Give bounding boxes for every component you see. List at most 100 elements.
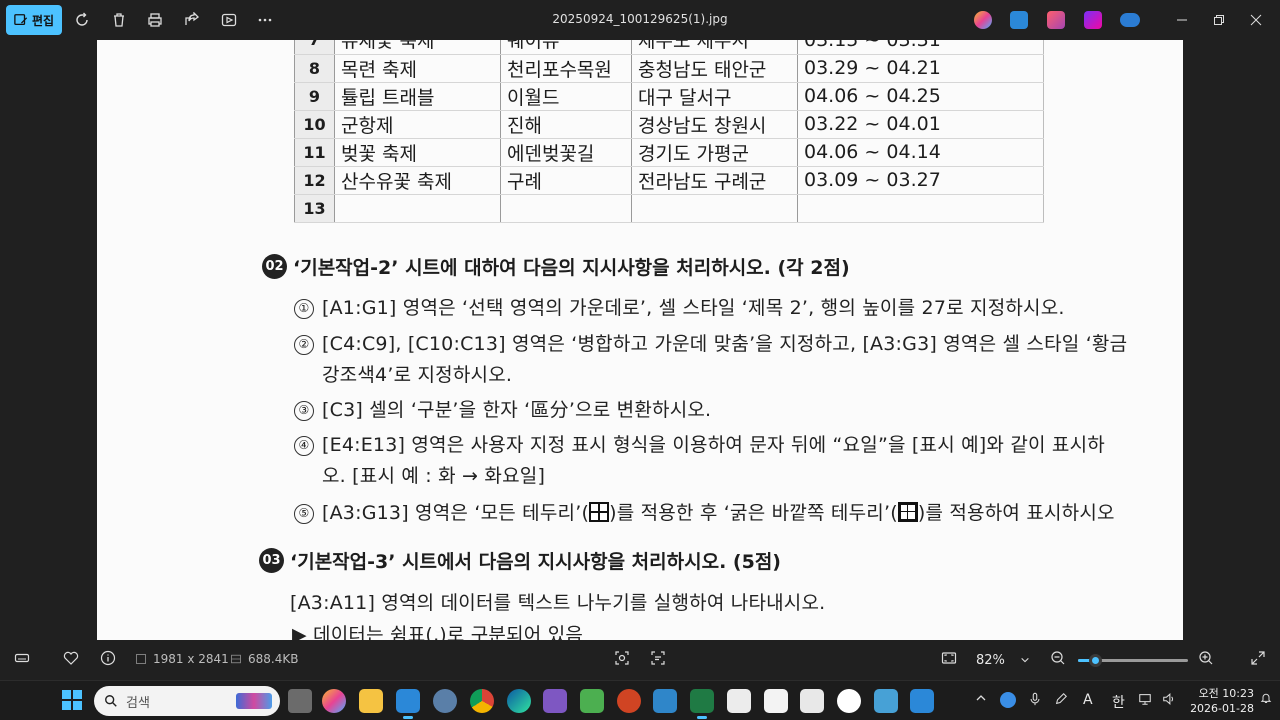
filmstrip-button[interactable] bbox=[14, 650, 30, 666]
photos-app-icon[interactable] bbox=[396, 689, 420, 719]
slideshow-button[interactable] bbox=[217, 8, 241, 32]
table-cell-period: 03.22 ~ 04.01 bbox=[797, 110, 1044, 139]
network-icon bbox=[1139, 694, 1151, 705]
photos-editor-icon[interactable] bbox=[1010, 11, 1028, 29]
hwp-icon[interactable] bbox=[653, 689, 677, 713]
thick-outside-border-icon bbox=[897, 502, 918, 522]
copilot-icon[interactable] bbox=[974, 11, 992, 29]
copilot-taskbar-icon[interactable] bbox=[322, 689, 346, 713]
favorite-button[interactable] bbox=[63, 650, 79, 666]
delete-button[interactable] bbox=[107, 8, 131, 32]
edit-button[interactable]: 편집 bbox=[6, 5, 62, 35]
all-borders-icon bbox=[589, 502, 610, 522]
zoom-level-dropdown[interactable]: 82% bbox=[968, 648, 1038, 672]
table-cell-num: 12 bbox=[294, 166, 335, 195]
document-page: 7유채꽃 축제웨이뷰제주도 제주시03.15 ~ 03.318목련 축제천리포수… bbox=[97, 40, 1183, 640]
onenote-icon[interactable] bbox=[543, 689, 567, 713]
settings-app-icon[interactable] bbox=[433, 689, 457, 713]
instruction-1: ① [A1:G1] 영역은 ‘선택 영역의 가운데로’, 셀 스타일 ‘제목 2’… bbox=[294, 293, 1065, 320]
table-cell-name: 벚꽃 축제 bbox=[334, 138, 501, 167]
close-icon bbox=[1250, 14, 1262, 26]
zoom-in-button[interactable] bbox=[1198, 650, 1214, 666]
table-row: 13 bbox=[294, 194, 1044, 223]
chat-app-icon[interactable] bbox=[837, 689, 861, 713]
file-explorer-icon[interactable] bbox=[359, 689, 383, 713]
instruction-text: [A1:G1] 영역은 ‘선택 영역의 가운데로’, 셀 스타일 ‘제목 2’,… bbox=[322, 297, 1065, 319]
close-button[interactable] bbox=[1244, 8, 1268, 32]
sticky-app-icon[interactable] bbox=[874, 689, 898, 713]
zoom-out-button[interactable] bbox=[1050, 650, 1066, 666]
instruction-text: [C3] 셀의 ‘구분’을 한자 ‘區分’으로 변환하시오. bbox=[322, 399, 712, 421]
table-cell-period: 04.06 ~ 04.14 bbox=[797, 138, 1044, 167]
status-bar: 1981 x 2841 688.4KB 82% bbox=[0, 640, 1280, 680]
speaker-icon bbox=[1163, 693, 1174, 705]
show-hidden-icons-button[interactable] bbox=[975, 692, 987, 708]
text-scan-button[interactable] bbox=[650, 650, 666, 666]
notepad-icon[interactable] bbox=[580, 689, 604, 713]
excel-icon[interactable] bbox=[690, 689, 714, 719]
pen-menu-icon[interactable] bbox=[1054, 692, 1068, 710]
table-cell-name: 산수유꽃 축제 bbox=[334, 166, 501, 195]
share-button[interactable] bbox=[180, 8, 204, 32]
file-info-button[interactable] bbox=[100, 650, 116, 666]
volume-icon[interactable] bbox=[1162, 692, 1176, 710]
input-language-button[interactable]: A bbox=[1083, 692, 1093, 708]
edit-button-label: 편집 bbox=[31, 13, 55, 28]
rotate-button[interactable] bbox=[70, 8, 94, 32]
item-marker: ⑤ bbox=[294, 504, 314, 524]
table-cell-org: 진해 bbox=[500, 110, 632, 139]
pen-icon bbox=[1055, 693, 1067, 705]
system-clock[interactable]: 오전 10:23 2026-01-28 bbox=[1184, 686, 1254, 716]
table-row: 7유채꽃 축제웨이뷰제주도 제주시03.15 ~ 03.31 bbox=[294, 40, 1044, 55]
fit-to-window-button[interactable] bbox=[941, 650, 957, 666]
more-options-button[interactable] bbox=[253, 8, 277, 32]
cloud-sync-icon[interactable] bbox=[1000, 692, 1016, 708]
table-cell-period: 03.15 ~ 03.31 bbox=[797, 40, 1044, 55]
snipping-tool-icon[interactable] bbox=[800, 689, 824, 713]
onedrive-icon[interactable] bbox=[1120, 13, 1140, 27]
photos-editor-taskbar-icon[interactable] bbox=[910, 689, 934, 713]
maximize-button[interactable] bbox=[1207, 8, 1231, 32]
table-cell-name bbox=[334, 194, 501, 223]
chrome-icon[interactable] bbox=[470, 689, 494, 713]
minimize-button[interactable] bbox=[1170, 8, 1194, 32]
printer-icon bbox=[148, 13, 162, 27]
table-cell-region: 대구 달서구 bbox=[631, 82, 798, 111]
table-cell-region: 제주도 제주시 bbox=[631, 40, 798, 55]
clipchamp-icon[interactable] bbox=[1084, 11, 1102, 29]
clock-time: 오전 10:23 bbox=[1198, 687, 1254, 700]
chevron-down-icon bbox=[1021, 657, 1029, 663]
ime-mode-button[interactable]: 한 bbox=[1112, 692, 1125, 712]
image-viewport[interactable]: 7유채꽃 축제웨이뷰제주도 제주시03.15 ~ 03.318목련 축제천리포수… bbox=[0, 40, 1280, 640]
windows-logo-icon bbox=[62, 701, 71, 710]
print-button[interactable] bbox=[143, 8, 167, 32]
microphone-icon[interactable] bbox=[1028, 692, 1042, 710]
powerpoint-icon[interactable] bbox=[617, 689, 641, 713]
table-cell-org: 웨이뷰 bbox=[500, 40, 632, 55]
section-3-heading: 03 ‘기본작업-3’ 시트에서 다음의 지시사항을 처리하시오. (5점) bbox=[259, 547, 781, 574]
zoom-slider-thumb[interactable] bbox=[1088, 654, 1102, 667]
taskbar-search[interactable]: 검색 bbox=[94, 686, 280, 716]
file-size: 688.4KB bbox=[230, 652, 298, 666]
section-2-title: ‘기본작업-2’ 시트에 대하여 다음의 지시사항을 처리하시오. (각 2점) bbox=[293, 257, 850, 279]
table-cell-org bbox=[500, 194, 632, 223]
section-3-instruction: [A3:A11] 영역의 데이터를 텍스트 나누기를 실행하여 나타내시오. bbox=[290, 592, 826, 614]
notifications-button[interactable] bbox=[1260, 692, 1272, 708]
festival-table: 7유채꽃 축제웨이뷰제주도 제주시03.15 ~ 03.318목련 축제천리포수… bbox=[294, 40, 1044, 223]
image-dimensions: 1981 x 2841 bbox=[135, 652, 229, 666]
designer-icon[interactable] bbox=[1047, 11, 1065, 29]
table-cell-org: 에덴벚꽃길 bbox=[500, 138, 632, 167]
task-view-icon[interactable] bbox=[288, 689, 312, 713]
zoom-slider[interactable] bbox=[1078, 654, 1188, 667]
table-cell-region: 전라남도 구례군 bbox=[631, 166, 798, 195]
filmstrip-icon bbox=[14, 653, 30, 663]
edge-icon[interactable] bbox=[507, 689, 531, 713]
item-marker: ③ bbox=[294, 401, 314, 421]
file-size-text: 688.4KB bbox=[248, 652, 299, 666]
full-screen-button[interactable] bbox=[1250, 650, 1266, 666]
paint-icon[interactable] bbox=[764, 689, 788, 713]
capcut-icon[interactable] bbox=[727, 689, 751, 713]
network-icon[interactable] bbox=[1138, 692, 1152, 710]
start-button[interactable] bbox=[62, 690, 82, 710]
visual-search-button[interactable] bbox=[614, 650, 630, 666]
